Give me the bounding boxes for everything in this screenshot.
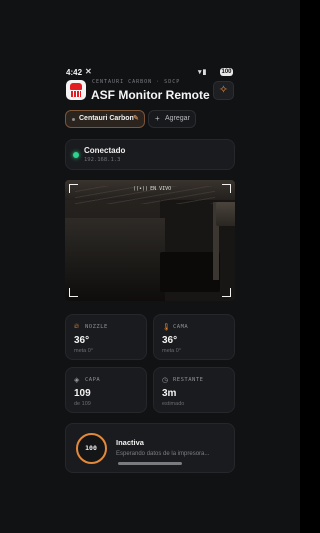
connection-ip: 192.168.1.3 [84, 157, 121, 163]
stat-sub: meta 0° [162, 348, 182, 354]
flame-icon: 🔥︎ [74, 323, 80, 330]
stat-sub: de 109 [74, 401, 91, 407]
connection-status: Conectado [84, 146, 126, 155]
battery-icon: 100 [220, 68, 233, 76]
frame-corner-icon [69, 288, 78, 297]
connection-status-dot [73, 152, 79, 158]
connection-card: Conectado 192.168.1.3 [65, 139, 235, 170]
header-subtitle: CENTAURI CARBON · SDCP [92, 79, 181, 85]
thermometer-icon: 🌡︎ [162, 324, 171, 331]
stat-card-bed: 🌡︎ CAMA 36° meta 0° [153, 314, 235, 360]
signal-wifi-icons: ▾▮ [198, 69, 208, 76]
printer-status-dot [72, 118, 75, 121]
job-progress-card: 100 Inactiva Esperando datos de la impre… [65, 423, 235, 473]
clock-icon: ◷ [162, 377, 169, 384]
notification-icon: ✕ [85, 67, 92, 76]
page-title: ASF Monitor Remote [91, 88, 210, 102]
app-logo [66, 80, 86, 100]
job-message: Esperando datos de la impresora... [116, 451, 210, 457]
app-screen: 4:42 ✕ ▾▮ 100 CENTAURI CARBON · SDCP ASF… [0, 0, 300, 533]
stat-card-nozzle: 🔥︎ NOZZLE 36° meta 0° [65, 314, 147, 360]
camera-feed[interactable]: ((•)) EN VIVO [65, 180, 235, 301]
frame-corner-icon [222, 184, 231, 193]
stat-value: 3m [162, 388, 177, 399]
job-state: Inactiva [116, 438, 144, 447]
stat-card-remaining: ◷ RESTANTE 3m estimado [153, 367, 235, 413]
live-label: EN VIVO [150, 186, 172, 192]
status-time: 4:42 [66, 68, 83, 77]
progress-ring: 100 [76, 433, 107, 464]
status-bar: 4:42 ✕ ▾▮ 100 [0, 67, 300, 79]
stat-label: CAPA [85, 377, 101, 383]
sparkle-icon: ✧ [218, 84, 229, 96]
layers-icon: ◈ [74, 377, 80, 384]
stat-label: RESTANTE [173, 377, 204, 383]
stat-sub: estimado [162, 401, 185, 407]
live-indicator: ((•)) EN VIVO [133, 186, 171, 192]
stat-sub: meta 0° [74, 348, 94, 354]
stat-card-layer: ◈ CAPA 109 de 109 [65, 367, 147, 413]
frame-corner-icon [69, 184, 78, 193]
progress-percent: 100 [85, 444, 97, 452]
stat-value: 36° [162, 335, 178, 346]
live-icon: ((•)) [133, 186, 149, 192]
home-indicator[interactable] [118, 462, 182, 465]
stat-label: NOZZLE [85, 324, 108, 330]
add-printer-button[interactable]: + Agregar [148, 110, 196, 128]
edit-icon[interactable]: ✎ [133, 111, 139, 127]
add-printer-label: Agregar [165, 115, 190, 122]
stat-value: 36° [74, 335, 90, 346]
frame-corner-icon [222, 288, 231, 297]
settings-button[interactable]: ✧ [213, 81, 234, 100]
stat-value: 109 [74, 388, 91, 399]
plus-icon: + [155, 114, 160, 123]
printer-tab-active[interactable]: Centauri Carbon ✎ [65, 110, 145, 128]
printer-tab-label: Centauri Carbon [79, 115, 134, 122]
stat-label: CAMA [173, 324, 189, 330]
